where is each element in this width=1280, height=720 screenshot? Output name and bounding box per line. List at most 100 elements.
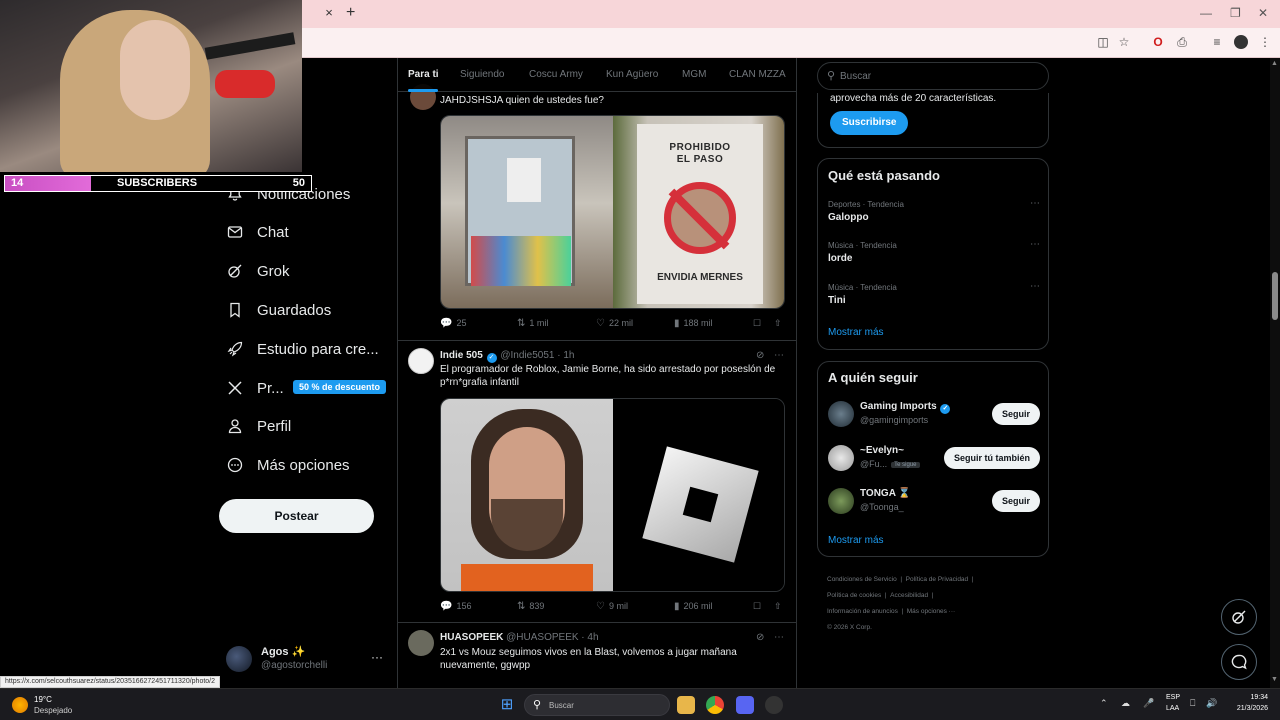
- scroll-up-icon[interactable]: ▲: [1271, 60, 1278, 67]
- trend-item[interactable]: Deportes · Tendencia Galoppo ⋯: [828, 198, 1040, 230]
- author-name[interactable]: Indie 505: [440, 350, 483, 361]
- minimize-icon[interactable]: —: [1200, 6, 1212, 20]
- sidebar-item-grok[interactable]: Grok: [226, 259, 290, 283]
- extensions-icon[interactable]: ⎙: [1175, 35, 1189, 49]
- grok-icon[interactable]: ⊘: [756, 350, 764, 361]
- subscribe-button[interactable]: Suscribirse: [830, 111, 909, 135]
- trend-item[interactable]: Música · Tendencia Tini ⋯: [828, 281, 1040, 313]
- author-handle[interactable]: @HUASOPEEK · 4h: [506, 632, 598, 643]
- sidebar-item-profile[interactable]: Perfil: [226, 414, 291, 438]
- more-icon[interactable]: ⋯: [774, 350, 784, 361]
- avatar[interactable]: [408, 630, 434, 656]
- discord-icon[interactable]: [736, 696, 754, 714]
- avatar[interactable]: [408, 348, 434, 374]
- like-button[interactable]: ♡ 9 mil: [596, 601, 628, 612]
- tweet-image[interactable]: PROHIBIDO EL PASO ENVIDIA MERNES: [440, 115, 785, 309]
- sidebar-item-chat[interactable]: Chat: [226, 220, 289, 244]
- show-more-trends-link[interactable]: Mostrar más: [828, 327, 884, 338]
- sidebar-item-more-options[interactable]: Más opciones: [226, 453, 350, 477]
- scroll-down-icon[interactable]: ▼: [1271, 676, 1278, 683]
- search-input[interactable]: ⚲ Buscar: [817, 62, 1049, 90]
- terms-link[interactable]: Condiciones de Servicio: [827, 576, 897, 583]
- grok-icon[interactable]: ⊘: [756, 632, 764, 643]
- tweet-image[interactable]: [440, 398, 785, 592]
- volume-icon[interactable]: 🔊: [1206, 698, 1217, 709]
- trend-item[interactable]: Música · Tendencia lorde ⋯: [828, 239, 1040, 271]
- page-scrollbar[interactable]: ▲ ▼: [1270, 58, 1280, 688]
- clock-time[interactable]: 19:34: [1232, 694, 1268, 701]
- ads-info-link[interactable]: Información de anuncios: [827, 608, 898, 615]
- chrome-icon[interactable]: [706, 696, 724, 714]
- profile-icon[interactable]: [1234, 35, 1248, 49]
- repost-button[interactable]: ⇅ 839: [517, 601, 544, 612]
- author-handle[interactable]: @Indie5051 · 1h: [500, 350, 574, 361]
- account-switcher[interactable]: Agos ✨ @agostorchelli ···: [226, 644, 386, 676]
- more-icon[interactable]: ⋯: [1030, 281, 1040, 292]
- opera-extension-icon[interactable]: O: [1151, 35, 1165, 49]
- windows-start-icon[interactable]: ⊞: [498, 696, 516, 714]
- reply-button[interactable]: 💬 156: [440, 601, 471, 612]
- post-button[interactable]: Postear: [219, 499, 374, 533]
- avatar[interactable]: [828, 488, 854, 514]
- new-tab-icon[interactable]: +: [346, 5, 355, 21]
- taskbar-search[interactable]: ⚲ Buscar: [524, 694, 670, 716]
- tab-clan-mzza[interactable]: CLAN MZZA: [729, 69, 786, 80]
- avatar[interactable]: [828, 401, 854, 427]
- accessibility-link[interactable]: Accesibilidad: [890, 592, 928, 599]
- window-close-icon[interactable]: ✕: [1258, 6, 1268, 20]
- share-icon[interactable]: ⇧: [774, 318, 782, 329]
- repost-button[interactable]: ⇅ 1 mil: [517, 318, 548, 329]
- follow-suggestion[interactable]: TONGA ⌛ @Toonga_ Seguir: [828, 486, 1040, 516]
- scroll-thumb[interactable]: [1272, 272, 1278, 320]
- file-explorer-icon[interactable]: [677, 696, 695, 714]
- install-app-icon[interactable]: ◫: [1096, 35, 1110, 49]
- show-more-suggestions-link[interactable]: Mostrar más: [828, 535, 884, 546]
- views-button[interactable]: ▮ 206 mil: [674, 601, 713, 612]
- sidebar-item-creator-studio[interactable]: Estudio para cre...: [226, 337, 379, 361]
- follow-suggestion[interactable]: Gaming Imports ✓ @gamingimports Seguir: [828, 399, 1040, 429]
- views-button[interactable]: ▮ 188 mil: [674, 318, 713, 329]
- tab-siguiendo[interactable]: Siguiendo: [460, 69, 504, 80]
- network-icon[interactable]: ⎕: [1190, 698, 1195, 709]
- share-icon[interactable]: ⇧: [774, 601, 782, 612]
- weather-icon[interactable]: [12, 697, 28, 713]
- tab-mgm[interactable]: MGM: [682, 69, 706, 80]
- discount-badge[interactable]: 50 % de descuento: [293, 380, 387, 394]
- messages-float-button[interactable]: [1221, 644, 1257, 680]
- microphone-icon[interactable]: 🎤: [1143, 698, 1154, 709]
- sidebar-item-premium[interactable]: Pr...: [226, 376, 284, 400]
- more-icon[interactable]: ⋯: [1030, 198, 1040, 209]
- tab-coscu-army[interactable]: Coscu Army: [529, 69, 583, 80]
- grok-float-button[interactable]: [1221, 599, 1257, 635]
- reply-button[interactable]: 💬 25: [440, 318, 466, 329]
- bookmark-icon[interactable]: ☐: [753, 601, 761, 612]
- follow-button[interactable]: Seguir: [991, 490, 1040, 512]
- steam-icon[interactable]: [765, 696, 783, 714]
- like-button[interactable]: ♡ 22 mil: [596, 318, 633, 329]
- sidebar-item-bookmarks[interactable]: Guardados: [226, 298, 331, 322]
- privacy-link[interactable]: Política de Privacidad: [906, 576, 969, 583]
- cookies-link[interactable]: Política de cookies: [827, 592, 881, 599]
- menu-icon[interactable]: ⋮: [1258, 35, 1272, 49]
- maximize-icon[interactable]: ❐: [1230, 6, 1241, 20]
- keyboard-layout[interactable]: LAA: [1166, 705, 1179, 712]
- bookmark-icon[interactable]: ☐: [753, 318, 761, 329]
- more-icon[interactable]: ···: [371, 650, 383, 664]
- cloud-icon[interactable]: ☁: [1121, 698, 1130, 709]
- tab-para-ti[interactable]: Para ti: [408, 69, 439, 80]
- avatar[interactable]: [828, 445, 854, 471]
- clock-date[interactable]: 21/3/2026: [1228, 705, 1268, 712]
- author-name[interactable]: HUASOPEEK: [440, 632, 503, 643]
- follow-suggestion[interactable]: ~Evelyn~ @Fu... Te sigue Seguir tú tambié…: [828, 443, 1040, 473]
- follow-button[interactable]: Seguir: [991, 403, 1040, 425]
- more-options-link[interactable]: Más opciones ···: [907, 608, 955, 615]
- follow-back-button[interactable]: Seguir tú también: [943, 447, 1040, 469]
- more-icon[interactable]: ⋯: [1030, 239, 1040, 250]
- star-icon[interactable]: ☆: [1117, 35, 1131, 49]
- input-language[interactable]: ESP: [1166, 694, 1180, 701]
- more-icon[interactable]: ⋯: [774, 632, 784, 643]
- media-icon[interactable]: ≡: [1210, 35, 1224, 49]
- tab-kun-aguero[interactable]: Kun Agüero: [606, 69, 658, 80]
- close-tab-icon[interactable]: ×: [322, 6, 336, 20]
- tray-chevron-icon[interactable]: ⌃: [1100, 698, 1108, 709]
